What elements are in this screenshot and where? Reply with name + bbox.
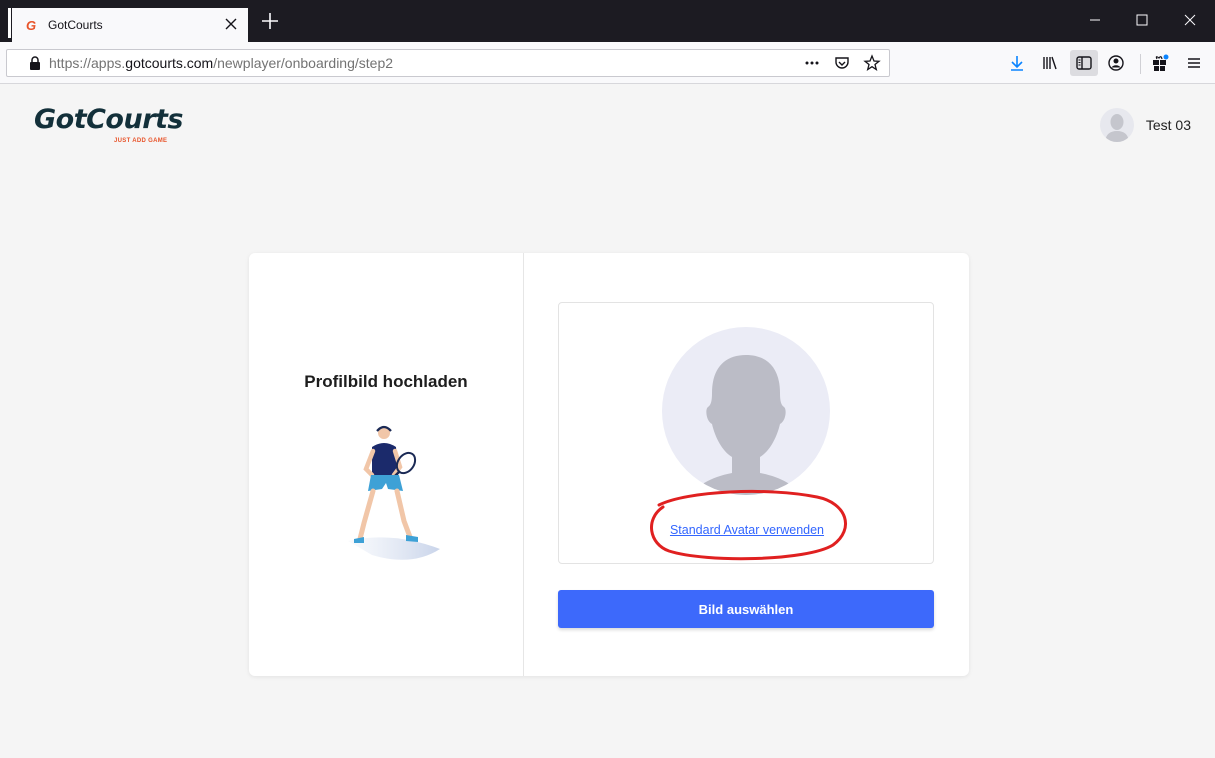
lock-icon (30, 56, 40, 70)
red-annotation-circle (650, 489, 848, 561)
tab-title: GotCourts (48, 18, 103, 32)
maximize-icon[interactable] (1134, 12, 1150, 28)
logo-tagline: JUST ADD GAME (114, 138, 168, 144)
sidebar-icon (1076, 56, 1092, 70)
more-icon[interactable] (803, 54, 821, 72)
menu-icon[interactable] (1185, 54, 1203, 72)
tab-bar: G GotCourts (0, 0, 1215, 42)
library-icon[interactable] (1041, 54, 1059, 72)
download-icon[interactable] (1008, 54, 1026, 72)
tab-edge (8, 8, 11, 38)
page-title: Profilbild hochladen (304, 372, 468, 391)
page-content: GotCourts JUST ADD GAME Test 03 Profilbi… (0, 84, 1215, 758)
user-name[interactable]: Test 03 (1146, 117, 1191, 133)
account-icon[interactable] (1107, 54, 1125, 72)
gotcourts-favicon-icon: G (26, 17, 37, 33)
navigation-bar: https://apps.gotcourts.com/newplayer/onb… (0, 42, 1215, 84)
logo-text: GotCourts (34, 104, 184, 135)
default-avatar (662, 327, 830, 495)
tennis-player-illustration (348, 425, 440, 560)
url-text[interactable]: https://apps.gotcourts.com/newplayer/onb… (49, 55, 393, 71)
user-avatar-icon (1104, 114, 1129, 142)
tab-close-icon[interactable] (222, 15, 240, 33)
close-icon[interactable] (1182, 12, 1198, 28)
user-menu[interactable]: Test 03 (1099, 108, 1191, 142)
avatar-preview-box: Standard Avatar verwenden (558, 302, 934, 564)
gotcourts-logo[interactable]: GotCourts JUST ADD GAME (34, 104, 184, 144)
pocket-icon[interactable] (833, 54, 851, 72)
browser-tab[interactable]: G GotCourts (12, 8, 248, 42)
onboarding-card: Profilbild hochladen Standard Avatar ver… (249, 253, 969, 676)
default-avatar-icon (690, 355, 802, 495)
card-divider (523, 253, 524, 676)
extensions-icon[interactable] (1151, 54, 1169, 72)
url-bar[interactable]: https://apps.gotcourts.com/newplayer/onb… (6, 49, 890, 77)
user-avatar[interactable] (1099, 108, 1134, 142)
minimize-icon[interactable] (1087, 12, 1103, 28)
toolbar-separator (1140, 54, 1141, 74)
new-tab-icon[interactable] (259, 10, 281, 32)
choose-image-button[interactable]: Bild auswählen (558, 590, 934, 628)
sidebar-button[interactable] (1070, 50, 1098, 76)
star-icon[interactable] (863, 54, 881, 72)
